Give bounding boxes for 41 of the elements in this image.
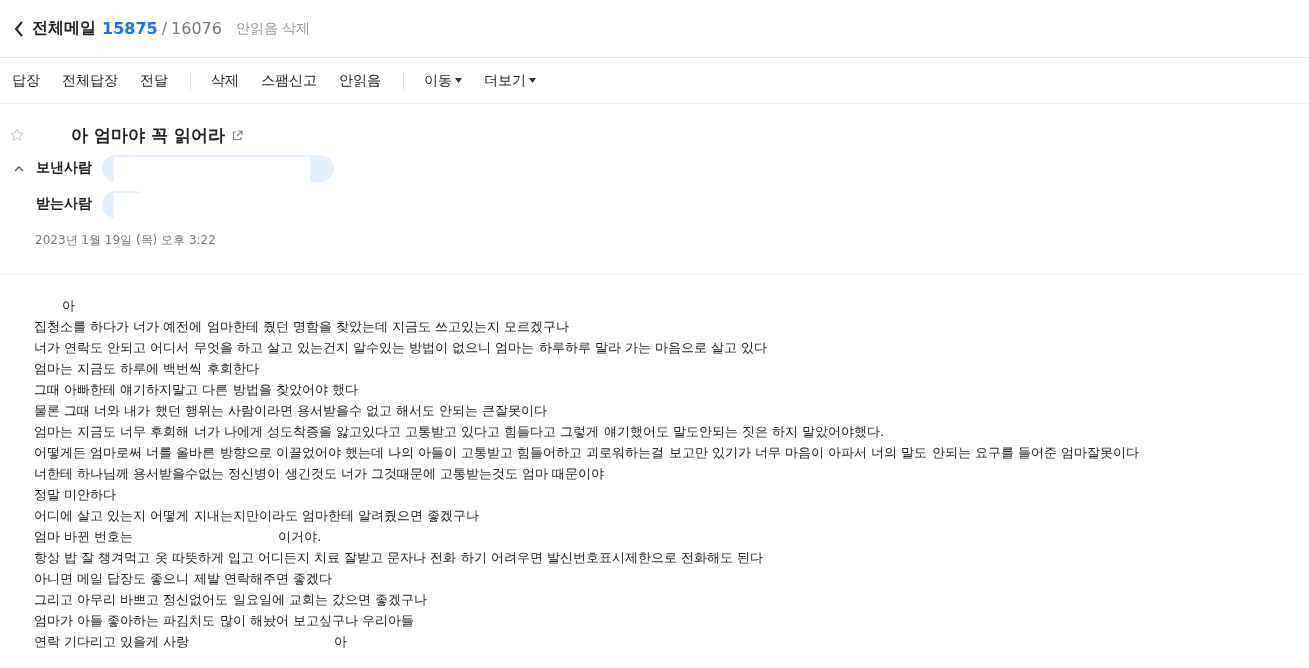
body-text: 엄마 바뀐 번호는 <box>34 528 134 546</box>
toolbar-button[interactable]: 답장 <box>12 71 40 90</box>
folder-title: 전체메일 <box>32 18 96 39</box>
body-text: 엄마가 아들 좋아하는 파김치도 많이 해놨어 보고싶구나 우리아들 <box>34 612 414 630</box>
count-separator: / <box>161 19 168 38</box>
body-text: 물론 그때 너와 내가 했던 행위는 사람이라면 용서받을수 없고 해서도 안되는 큰잘못이다 <box>34 402 548 420</box>
body-text: 엄마는 지금도 하루에 백번씩 후회한다 <box>34 360 259 378</box>
mail-date: 2023년 1월 19일 (목) 오후 3:22 <box>34 232 217 249</box>
mail-subject: 아 엄마야 꼭 읽어라 <box>71 123 225 147</box>
body-text: 집청소를 하다가 너가 예전에 엄마한테 줬던 명함을 찾았는데 지금도 쓰고있는지 모르겠구나 <box>34 318 570 336</box>
body-text: 아 <box>334 633 348 651</box>
caret-icon <box>455 78 462 83</box>
body-text: 아니면 메일 답장도 좋으니 제발 연락해주면 좋겠다 <box>34 570 332 588</box>
body-text: 아 <box>62 297 75 315</box>
external-link-icon[interactable] <box>231 129 243 141</box>
dropdown-button[interactable]: 더보기 <box>484 71 536 90</box>
back-icon[interactable] <box>14 20 24 37</box>
body-text: 너가 연락도 안되고 어디서 무엇을 하고 살고 있는건지 알수있는 방법이 없으니 엄마는 하루하루 말라 가는 마음으로 살고 있다 <box>34 339 768 357</box>
unread-count: 15875 <box>102 19 158 38</box>
toolbar-button[interactable]: 전달 <box>140 71 168 90</box>
body-text: 항상 밥 잘 챙겨먹고 옷 따뜻하게 입고 어디든지 치료 잘받고 문자나 전화 하기 어려우면 발신번호표시제한으로 전화해도 된다 <box>34 549 764 567</box>
chevron-up-icon[interactable] <box>14 164 24 172</box>
field-label: 보낸사람 <box>36 159 93 177</box>
body-text: 연락 기다리고 있을게 사랑 <box>34 633 190 651</box>
dropdown-button[interactable]: 이동 <box>424 71 462 90</box>
caret-icon <box>529 78 536 83</box>
toolbar-button[interactable]: 전체답장 <box>62 71 118 90</box>
body-text: 엄마는 지금도 너무 후회해 너가 나에게 성도착증을 앓고있다고 고통받고 있다고 힘들다고 그렇게 얘기했어도 말도안되는 짓은 하지 말았어야했다. <box>34 423 885 441</box>
body-text: 어디에 살고 있는지 어떻게 지내는지만이라도 엄마한테 알려줬으면 좋겠구나 <box>34 507 479 525</box>
field-label: 받는사람 <box>36 195 93 213</box>
body-text: 정말 미안하다 <box>34 486 117 504</box>
body-text: 그때 아빠한테 얘기하지말고 다른 방법을 찾았어야 했다 <box>34 381 358 399</box>
toolbar-button[interactable]: 삭제 <box>211 71 239 90</box>
body-text: 너한테 하나님께 용서받을수없는 정신병이 생긴것도 너가 그것때문에 고통받는것도 엄마 때문이야 <box>34 465 605 483</box>
total-count: 16076 <box>171 19 222 38</box>
toolbar-button[interactable]: 안읽음 <box>339 71 381 90</box>
star-icon[interactable] <box>10 128 24 142</box>
body-text: 어떻게든 엄마로써 너를 올바른 방향으로 이끌었어야 했는데 나의 아들이 고통받고 힘들어하고 괴로워하는걸 보고만 있기가 너무 마음이 아파서 너의 말도 안되는 요구를 들어준 엄마잘못이다 <box>34 444 1139 462</box>
body-text: 그리고 아무리 바쁘고 정신없어도 일요일에 교회는 갔으면 좋겠구나 <box>34 591 427 609</box>
body-text: 이거야. <box>278 528 322 546</box>
toolbar-button[interactable]: 스팸신고 <box>261 71 317 90</box>
